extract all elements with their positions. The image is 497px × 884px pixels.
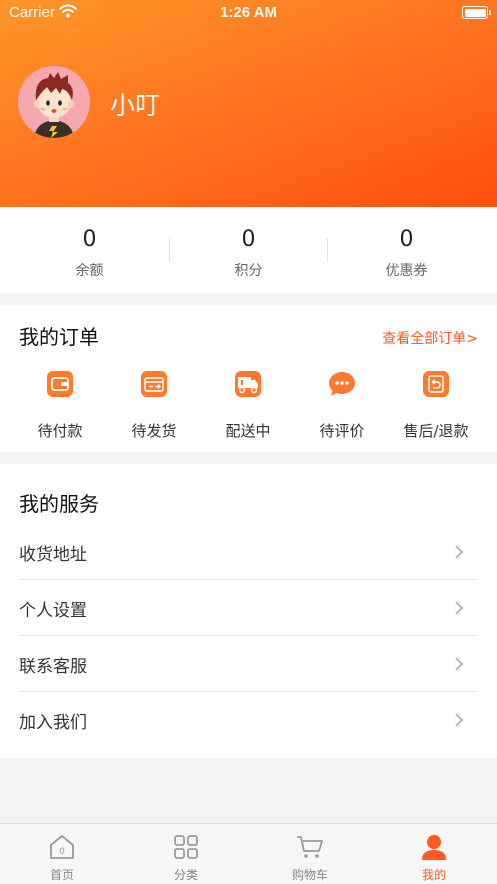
home-icon: 0 xyxy=(50,835,74,859)
battery-icon xyxy=(462,6,491,19)
wallet-icon xyxy=(47,371,73,397)
cart-icon xyxy=(297,836,323,858)
stat-label: 优惠券 xyxy=(385,263,428,279)
order-label: 配送中 xyxy=(225,422,271,440)
my-services-section: 我的服务 收货地址 个人设置 联系客服 加入我们 xyxy=(0,464,497,758)
section-title: 我的订单 xyxy=(19,325,99,349)
service-label: 个人设置 xyxy=(19,601,87,621)
stat-coupons[interactable]: 0 优惠券 xyxy=(324,207,489,293)
view-all-orders-link[interactable]: 查看全部订单> xyxy=(382,328,478,348)
order-label: 待付款 xyxy=(37,422,83,440)
user-icon xyxy=(422,835,446,860)
package-icon xyxy=(141,371,167,397)
chevron-right-icon xyxy=(455,545,464,559)
tab-label: 我的 xyxy=(421,868,446,882)
tab-cart[interactable]: 购物车 xyxy=(248,824,372,884)
chevron-right-icon xyxy=(455,657,464,671)
order-label: 待发货 xyxy=(131,422,177,440)
stat-label: 积分 xyxy=(234,263,263,279)
service-shipping-address[interactable]: 收货地址 xyxy=(19,524,478,580)
tab-mine[interactable]: 我的 xyxy=(372,824,496,884)
svg-text:0: 0 xyxy=(59,847,65,857)
order-label: 售后/退款 xyxy=(403,422,469,440)
service-join-us[interactable]: 加入我们 xyxy=(19,692,478,748)
order-pending-review[interactable]: 待评价 xyxy=(297,367,387,447)
stat-value: 0 xyxy=(241,227,256,252)
order-after-sales[interactable]: 售后/退款 xyxy=(391,367,481,447)
stat-balance[interactable]: 0 余额 xyxy=(7,207,172,293)
service-personal-settings[interactable]: 个人设置 xyxy=(19,580,478,636)
stat-value: 0 xyxy=(399,227,414,252)
order-label: 待评价 xyxy=(319,422,365,440)
tab-home[interactable]: 0 首页 xyxy=(0,824,124,884)
grid-icon xyxy=(174,835,198,859)
service-label: 收货地址 xyxy=(19,545,87,565)
order-pending-payment[interactable]: 待付款 xyxy=(15,367,105,447)
status-time: 1:26 AM xyxy=(220,4,277,21)
order-pending-shipment[interactable]: 待发货 xyxy=(109,367,199,447)
service-contact-support[interactable]: 联系客服 xyxy=(19,636,478,692)
tab-label: 购物车 xyxy=(291,868,328,882)
service-label: 加入我们 xyxy=(19,713,87,733)
profile-header: Carrier 1:26 AM 小叮 xyxy=(0,0,497,207)
chevron-right-icon xyxy=(455,713,464,727)
cartoon-avatar-icon xyxy=(18,66,90,138)
username[interactable]: 小叮 xyxy=(110,86,160,122)
avatar[interactable] xyxy=(18,66,90,138)
chevron-right-icon xyxy=(455,601,464,615)
stat-label: 余额 xyxy=(75,263,104,279)
tab-category[interactable]: 分类 xyxy=(124,824,248,884)
service-label: 联系客服 xyxy=(19,657,87,677)
stat-value: 0 xyxy=(82,227,97,252)
tab-label: 首页 xyxy=(49,868,74,882)
bottom-tab-bar: 0 首页 分类 购物车 我的 xyxy=(0,823,497,884)
order-in-delivery[interactable]: 配送中 xyxy=(203,367,293,447)
return-icon xyxy=(423,371,449,397)
section-title: 我的服务 xyxy=(19,492,99,516)
stat-points[interactable]: 0 积分 xyxy=(166,207,331,293)
truck-icon xyxy=(235,371,261,397)
my-orders-section: 我的订单 查看全部订单> 待付款 待发货 配送中 待评价 售后/退款 xyxy=(0,305,497,452)
account-stats: 0 余额 0 积分 0 优惠券 xyxy=(0,207,497,293)
status-bar: Carrier 1:26 AM xyxy=(0,0,497,26)
tab-label: 分类 xyxy=(173,868,198,882)
chat-bubble-icon xyxy=(329,372,355,396)
